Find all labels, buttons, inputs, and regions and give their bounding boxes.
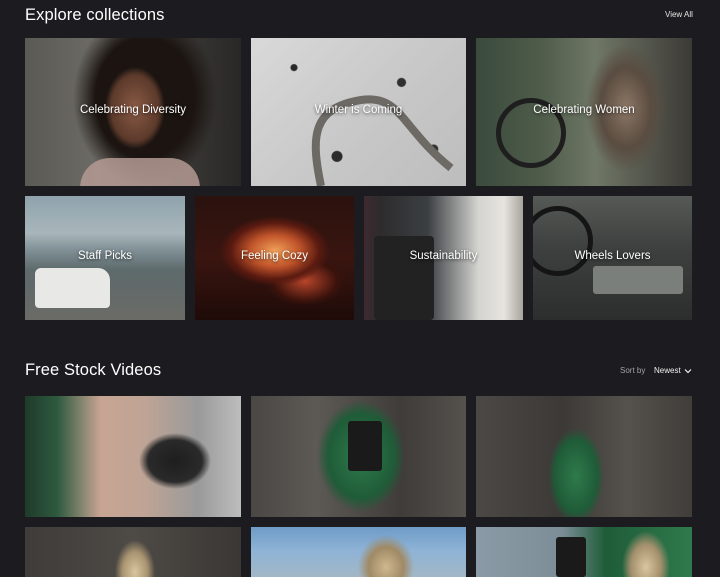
- video-thumbnail[interactable]: [476, 396, 692, 517]
- collection-wheels-lovers[interactable]: Wheels Lovers: [533, 196, 692, 320]
- collection-staff-picks[interactable]: Staff Picks: [25, 196, 185, 320]
- camera-shape: [556, 537, 586, 577]
- view-all-link[interactable]: View All: [665, 10, 693, 19]
- collection-label: Wheels Lovers: [574, 250, 651, 262]
- video-thumbnail[interactable]: [476, 527, 692, 577]
- sort-value: Newest: [654, 366, 681, 375]
- collection-feeling-cozy[interactable]: Feeling Cozy: [195, 196, 354, 320]
- sort-by-label: Sort by: [620, 366, 646, 375]
- collection-winter-is-coming[interactable]: Winter is Coming: [251, 38, 466, 186]
- collection-sustainability[interactable]: Sustainability: [364, 196, 523, 320]
- video-thumbnail[interactable]: [251, 396, 466, 517]
- collection-label: Feeling Cozy: [240, 250, 309, 262]
- video-thumbnail[interactable]: [25, 527, 241, 577]
- videos-title: Free Stock Videos: [25, 361, 162, 379]
- video-thumbnail[interactable]: [251, 527, 466, 577]
- collection-label: Sustainability: [409, 250, 478, 262]
- collection-celebrating-women[interactable]: Celebrating Women: [476, 38, 692, 186]
- collections-title: Explore collections: [25, 6, 165, 24]
- collection-label: Celebrating Diversity: [79, 104, 187, 116]
- collection-label: Staff Picks: [77, 250, 133, 262]
- collection-celebrating-diversity[interactable]: Celebrating Diversity: [25, 38, 241, 186]
- collection-label: Celebrating Women: [533, 104, 635, 116]
- collection-label: Winter is Coming: [314, 104, 403, 116]
- video-thumbnail[interactable]: [25, 396, 241, 517]
- sort-dropdown[interactable]: Newest: [654, 366, 692, 375]
- camera-shape: [348, 421, 382, 471]
- chevron-down-icon: [684, 368, 692, 373]
